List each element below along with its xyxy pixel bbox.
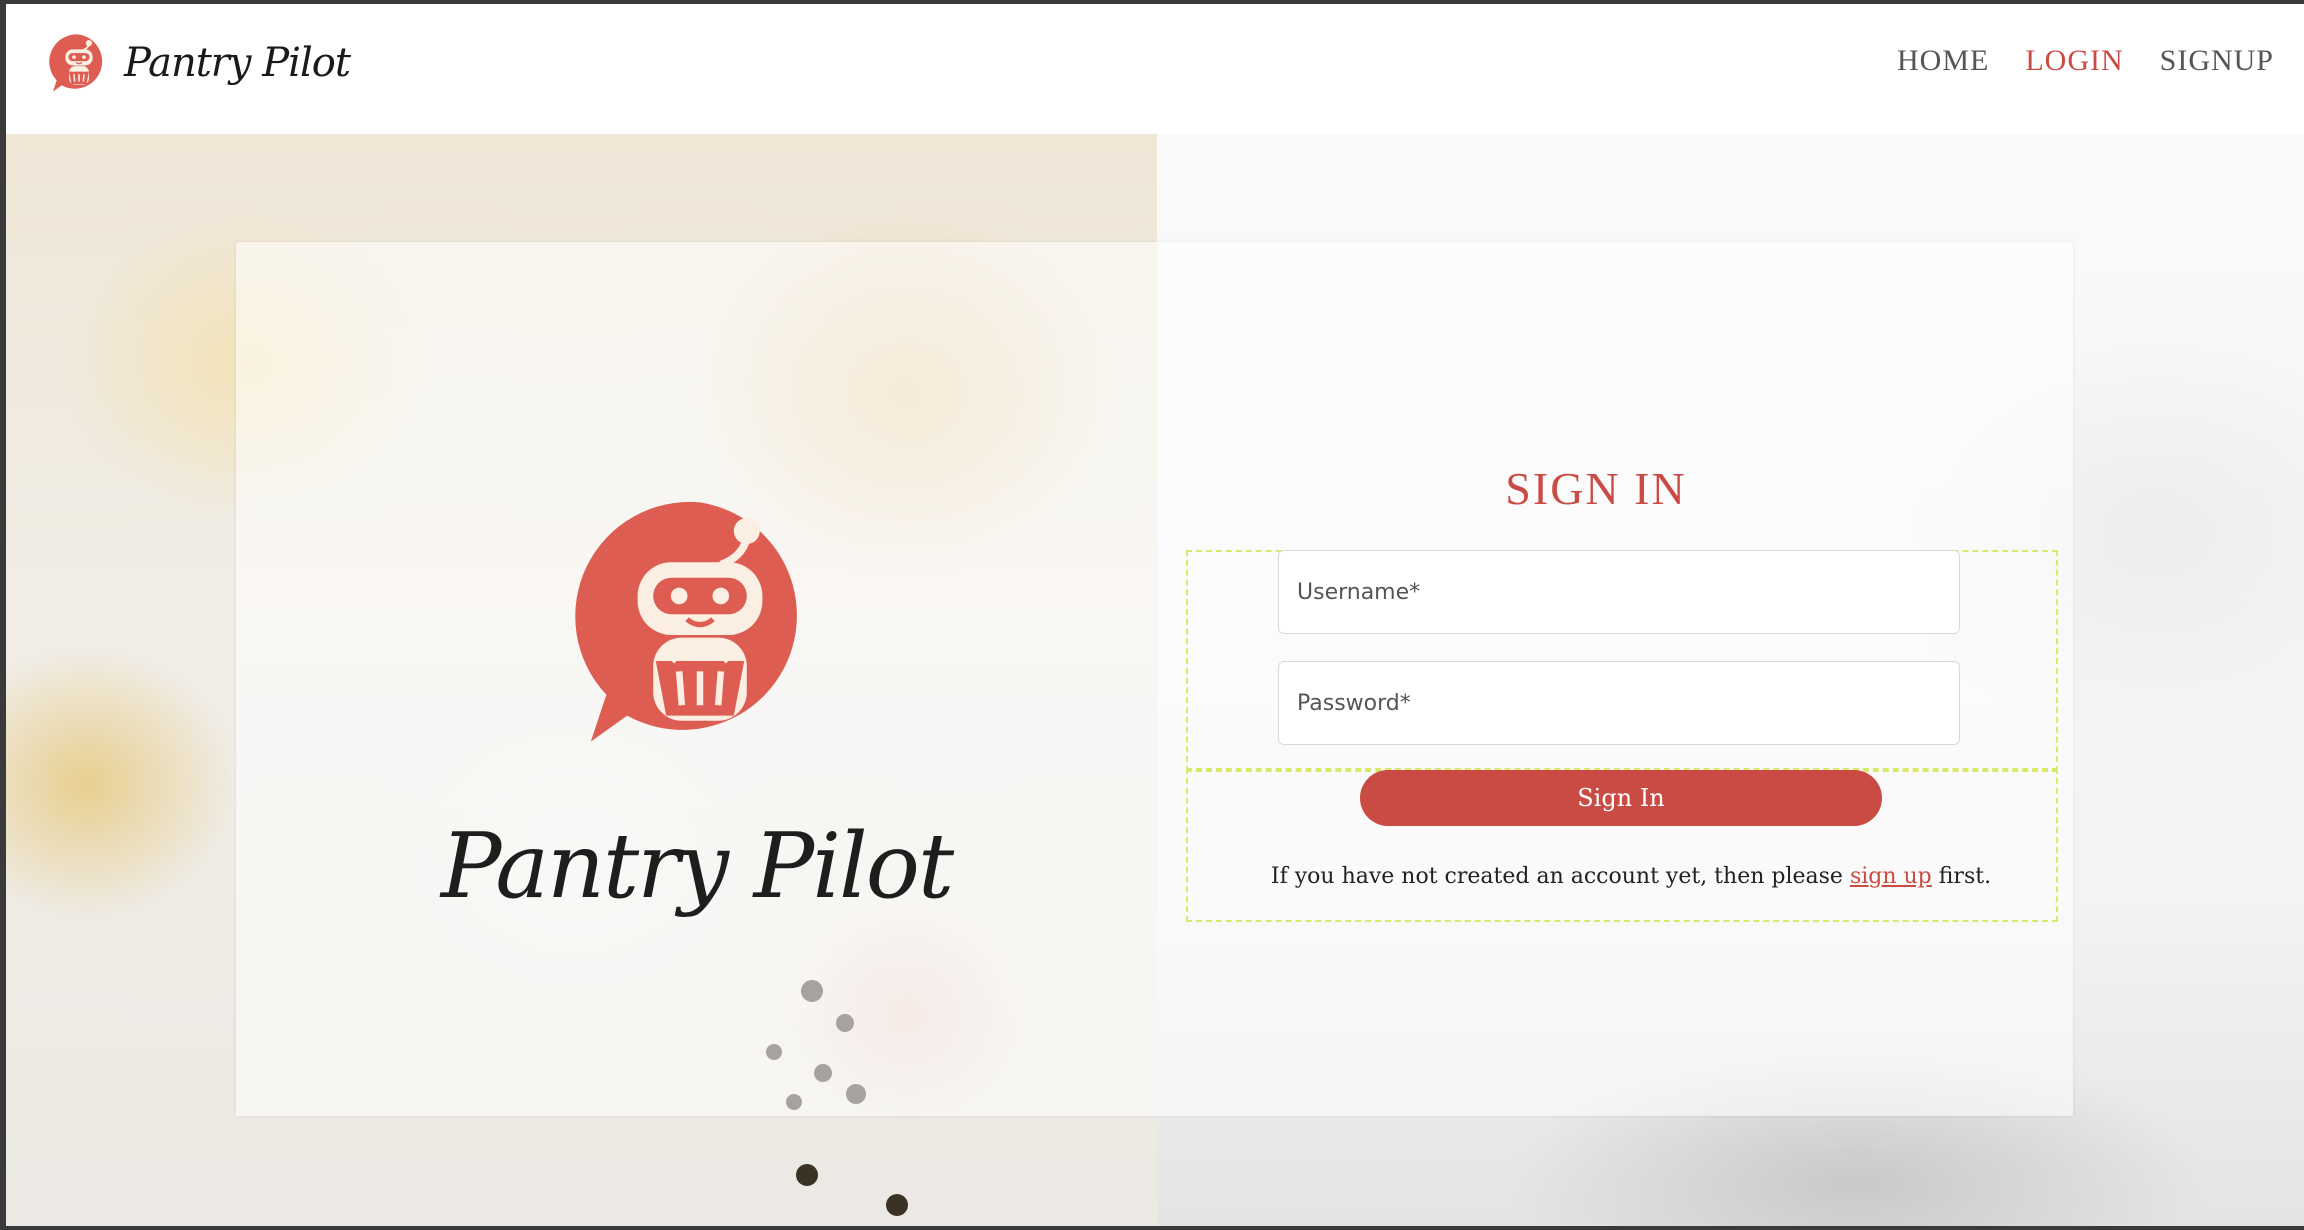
signup-link[interactable]: sign up	[1850, 864, 1932, 889]
peppercorn	[886, 1194, 908, 1216]
robot-basket-logo-icon	[49, 34, 103, 92]
nav-login-link[interactable]: LOGIN	[2025, 44, 2123, 78]
hero-brand-name: Pantry Pilot	[440, 814, 954, 919]
browser-viewport: Pantry Pilot HOME LOGIN SIGNUP Pantry Pi…	[6, 4, 2304, 1226]
robot-basket-logo-icon	[575, 501, 797, 742]
username-input[interactable]	[1278, 550, 1960, 634]
signup-hint-text: If you have not created an account yet, …	[1270, 864, 1850, 889]
top-navbar: Pantry Pilot HOME LOGIN SIGNUP	[6, 4, 2304, 132]
nav-home-link[interactable]: HOME	[1897, 44, 1989, 78]
navbar-brand[interactable]: Pantry Pilot	[48, 28, 351, 98]
main-nav: HOME LOGIN SIGNUP	[1897, 44, 2274, 78]
password-input[interactable]	[1278, 661, 1960, 745]
signup-hint: If you have not created an account yet, …	[1236, 864, 2026, 889]
sign-in-button[interactable]: Sign In	[1360, 770, 1882, 826]
signup-hint-suffix: first.	[1931, 864, 1992, 889]
peppercorn	[796, 1164, 818, 1186]
nav-signup-link[interactable]: SIGNUP	[2160, 44, 2274, 78]
signin-title: SIGN IN	[1505, 463, 1687, 514]
card-brand-panel: Pantry Pilot	[236, 242, 1157, 1116]
login-card: Pantry Pilot SIGN IN Sign In If you have…	[236, 242, 2073, 1116]
brand-name: Pantry Pilot	[124, 40, 351, 86]
